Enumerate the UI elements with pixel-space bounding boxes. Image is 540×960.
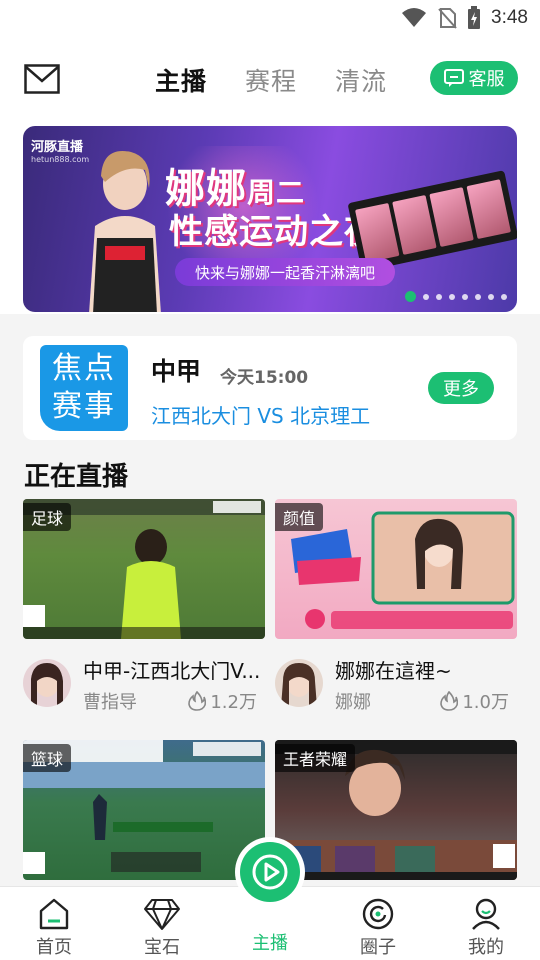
stream-title: 娜娜在這裡~	[335, 659, 452, 683]
banner-dot	[462, 293, 468, 300]
banner-title-2: 性感运动之夜	[169, 212, 379, 252]
nav-home-label: 首页	[36, 937, 72, 958]
flame-icon	[440, 691, 459, 711]
avatar[interactable]	[23, 659, 71, 707]
profile-icon	[472, 898, 500, 930]
no-sim-icon	[438, 8, 457, 29]
stream-thumbnail[interactable]: 王者荣耀	[275, 740, 517, 880]
live-card[interactable]: 篮球	[23, 740, 265, 880]
live-card[interactable]: 王者荣耀	[275, 740, 517, 880]
customer-service-button[interactable]: 客服	[430, 61, 518, 95]
customer-service-label: 客服	[468, 69, 505, 90]
banner-dot	[423, 293, 429, 300]
live-play-button[interactable]	[240, 842, 300, 902]
nav-profile[interactable]: 我的	[446, 895, 526, 959]
stream-thumbnail[interactable]: 足球	[23, 499, 265, 639]
nav-gem[interactable]: 宝石	[122, 895, 202, 959]
status-bar: 3:48	[0, 0, 540, 36]
flame-icon	[188, 691, 207, 711]
tab-anchor[interactable]: 主播	[155, 62, 207, 98]
focus-match-card[interactable]: 焦点 赛事 中甲 今天15:00 江西北大门 VS 北京理工 更多	[23, 336, 517, 440]
focus-match-title[interactable]: 江西北大门 VS 北京理工	[151, 400, 370, 429]
home-icon	[39, 898, 69, 930]
category-tag: 颜值	[275, 503, 324, 531]
nav-profile-label: 我的	[468, 937, 504, 958]
focus-badge: 焦点 赛事	[40, 345, 128, 431]
focus-badge-line2: 赛事	[52, 389, 116, 424]
banner-dot-active	[405, 291, 416, 302]
top-header: 主播 赛程 清流 客服	[0, 36, 540, 122]
chat-icon	[443, 69, 464, 87]
tab-schedule[interactable]: 赛程	[245, 62, 297, 98]
viewer-count: 1.0万	[440, 688, 509, 714]
banner-dot	[501, 293, 507, 300]
nav-anchor[interactable]: 主播	[230, 929, 310, 955]
stream-thumbnail[interactable]: 篮球	[23, 740, 265, 880]
category-tag: 足球	[23, 503, 72, 531]
clock: 3:48	[491, 7, 528, 28]
live-card[interactable]: 足球 中甲-江西北大门V... 曹指导 1.2万	[23, 499, 265, 713]
nav-circle-label: 圈子	[360, 937, 396, 958]
battery-icon	[468, 6, 481, 29]
nav-circle[interactable]: 圈子	[338, 895, 418, 959]
banner-subtitle: 快来与娜娜一起香汗淋漓吧	[175, 258, 395, 286]
mail-icon	[24, 64, 60, 94]
viewer-count-value: 1.2万	[210, 692, 257, 713]
focus-league: 中甲	[151, 357, 202, 386]
focus-badge-line1: 焦点	[52, 351, 116, 386]
nav-home[interactable]: 首页	[14, 895, 94, 959]
avatar[interactable]	[275, 659, 323, 707]
nav-anchor-label: 主播	[252, 933, 288, 954]
wifi-icon	[402, 8, 427, 27]
mail-button[interactable]	[24, 64, 60, 94]
category-tag: 王者荣耀	[275, 744, 356, 772]
banner-dot	[449, 293, 455, 300]
viewer-count-value: 1.0万	[462, 692, 509, 713]
stream-thumbnail[interactable]: 颜值	[275, 499, 517, 639]
more-button[interactable]: 更多	[428, 372, 494, 404]
live-card[interactable]: 颜值 娜娜在這裡~ 娜娜 1.0万	[275, 499, 517, 713]
top-tabs: 主播 赛程 清流	[155, 62, 387, 98]
banner-pagination[interactable]	[405, 291, 507, 302]
banner-host-photo	[89, 151, 161, 312]
focus-time: 今天15:00	[220, 368, 309, 388]
nav-gem-label: 宝石	[144, 937, 180, 958]
banner-area: 河豚直播 hetun888.com 娜娜周二 性感运动之夜 快来与娜娜一起香汗淋…	[0, 122, 540, 314]
tab-qingliu[interactable]: 清流	[335, 62, 387, 98]
viewer-count: 1.2万	[188, 688, 257, 714]
banner-film-strip	[347, 170, 517, 272]
gem-icon	[144, 899, 180, 930]
banner-dot	[436, 293, 442, 300]
circle-icon	[362, 898, 394, 930]
streamer-name: 娜娜	[335, 692, 371, 713]
streamer-name: 曹指导	[83, 692, 137, 713]
live-section-title: 正在直播	[24, 462, 129, 492]
banner-dot	[475, 293, 481, 300]
category-tag: 篮球	[23, 744, 72, 772]
play-icon	[252, 854, 288, 890]
banner-dot	[488, 293, 494, 300]
promo-banner[interactable]: 河豚直播 hetun888.com 娜娜周二 性感运动之夜 快来与娜娜一起香汗淋…	[23, 126, 517, 312]
stream-title: 中甲-江西北大门V...	[83, 659, 261, 683]
